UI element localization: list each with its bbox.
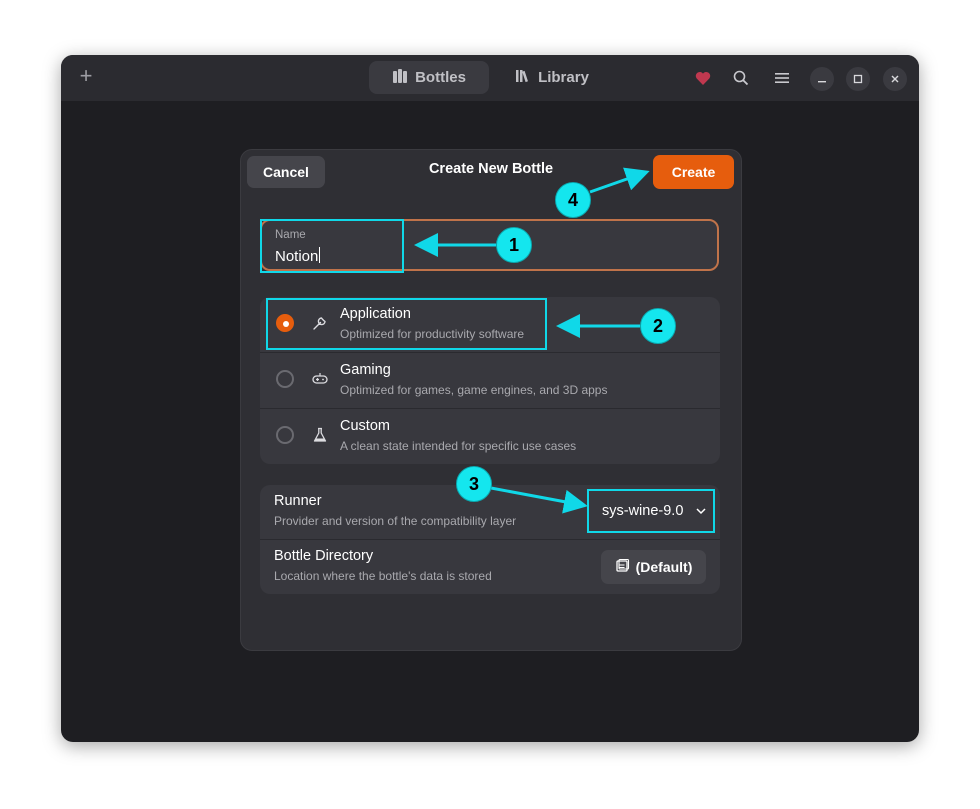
environment-option-gaming[interactable]: Gaming Optimized for games, game engines… (260, 353, 720, 409)
dialog-title: Create New Bottle (428, 161, 554, 177)
annotation-badge-3: 3 (456, 466, 492, 502)
radio-unselected[interactable] (276, 370, 294, 388)
runner-title: Runner (274, 493, 322, 509)
runner-row: Runner Provider and version of the compa… (260, 485, 720, 540)
annotation-badge-2: 2 (640, 308, 676, 344)
gamepad-icon (311, 370, 329, 388)
radio-unselected[interactable] (276, 426, 294, 444)
directory-button[interactable]: (Default) (601, 550, 706, 584)
environment-option-custom[interactable]: Custom A clean state intended for specif… (260, 409, 720, 464)
add-icon[interactable]: + (75, 65, 97, 88)
settings-list: Runner Provider and version of the compa… (260, 485, 720, 594)
chevron-down-icon (695, 503, 707, 519)
runner-dropdown[interactable]: sys-wine-9.0 (590, 491, 712, 531)
folder-icon (615, 558, 630, 576)
name-field[interactable]: Name Notion (260, 219, 719, 271)
search-icon[interactable] (730, 67, 752, 89)
option-subtitle: A clean state intended for specific use … (340, 439, 577, 453)
text-caret (319, 247, 321, 263)
runner-value: sys-wine-9.0 (602, 503, 684, 519)
name-input[interactable]: Notion (275, 247, 321, 265)
bottles-icon (392, 68, 408, 88)
annotation-badge-1: 1 (496, 227, 532, 263)
cancel-button[interactable]: Cancel (247, 156, 325, 188)
tab-library[interactable]: Library (507, 61, 597, 94)
option-subtitle: Optimized for games, game engines, and 3… (340, 383, 608, 397)
option-title: Custom (340, 418, 390, 434)
create-button[interactable]: Create (653, 155, 734, 189)
option-subtitle: Optimized for productivity software (340, 327, 525, 341)
option-title: Application (340, 306, 411, 322)
runner-subtitle: Provider and version of the compatibilit… (274, 514, 517, 528)
app-window: + Bottles Library Cancel Create New Bott… (61, 55, 919, 742)
bottle-directory-row: Bottle Directory Location where the bott… (260, 540, 720, 594)
directory-title: Bottle Directory (274, 548, 374, 564)
name-input-value: Notion (275, 248, 319, 265)
directory-subtitle: Location where the bottle's data is stor… (274, 569, 492, 583)
tab-bottles[interactable]: Bottles (369, 61, 489, 94)
header-bar: + Bottles Library (61, 55, 919, 101)
flask-icon (311, 426, 329, 444)
annotation-badge-4: 4 (555, 182, 591, 218)
library-icon (515, 68, 531, 88)
maximize-button[interactable] (846, 67, 870, 91)
create-bottle-dialog: Cancel Create New Bottle Create Name Not… (240, 149, 742, 651)
tab-library-label: Library (538, 69, 589, 86)
menu-icon[interactable] (771, 67, 793, 89)
close-button[interactable] (883, 67, 907, 91)
tab-bottles-label: Bottles (415, 69, 466, 86)
wrench-icon (311, 314, 329, 332)
minimize-button[interactable] (810, 67, 834, 91)
radio-selected[interactable] (276, 314, 294, 332)
option-title: Gaming (340, 362, 391, 378)
directory-button-label: (Default) (635, 559, 693, 575)
heart-icon[interactable] (692, 67, 714, 89)
name-field-label: Name (275, 229, 306, 241)
